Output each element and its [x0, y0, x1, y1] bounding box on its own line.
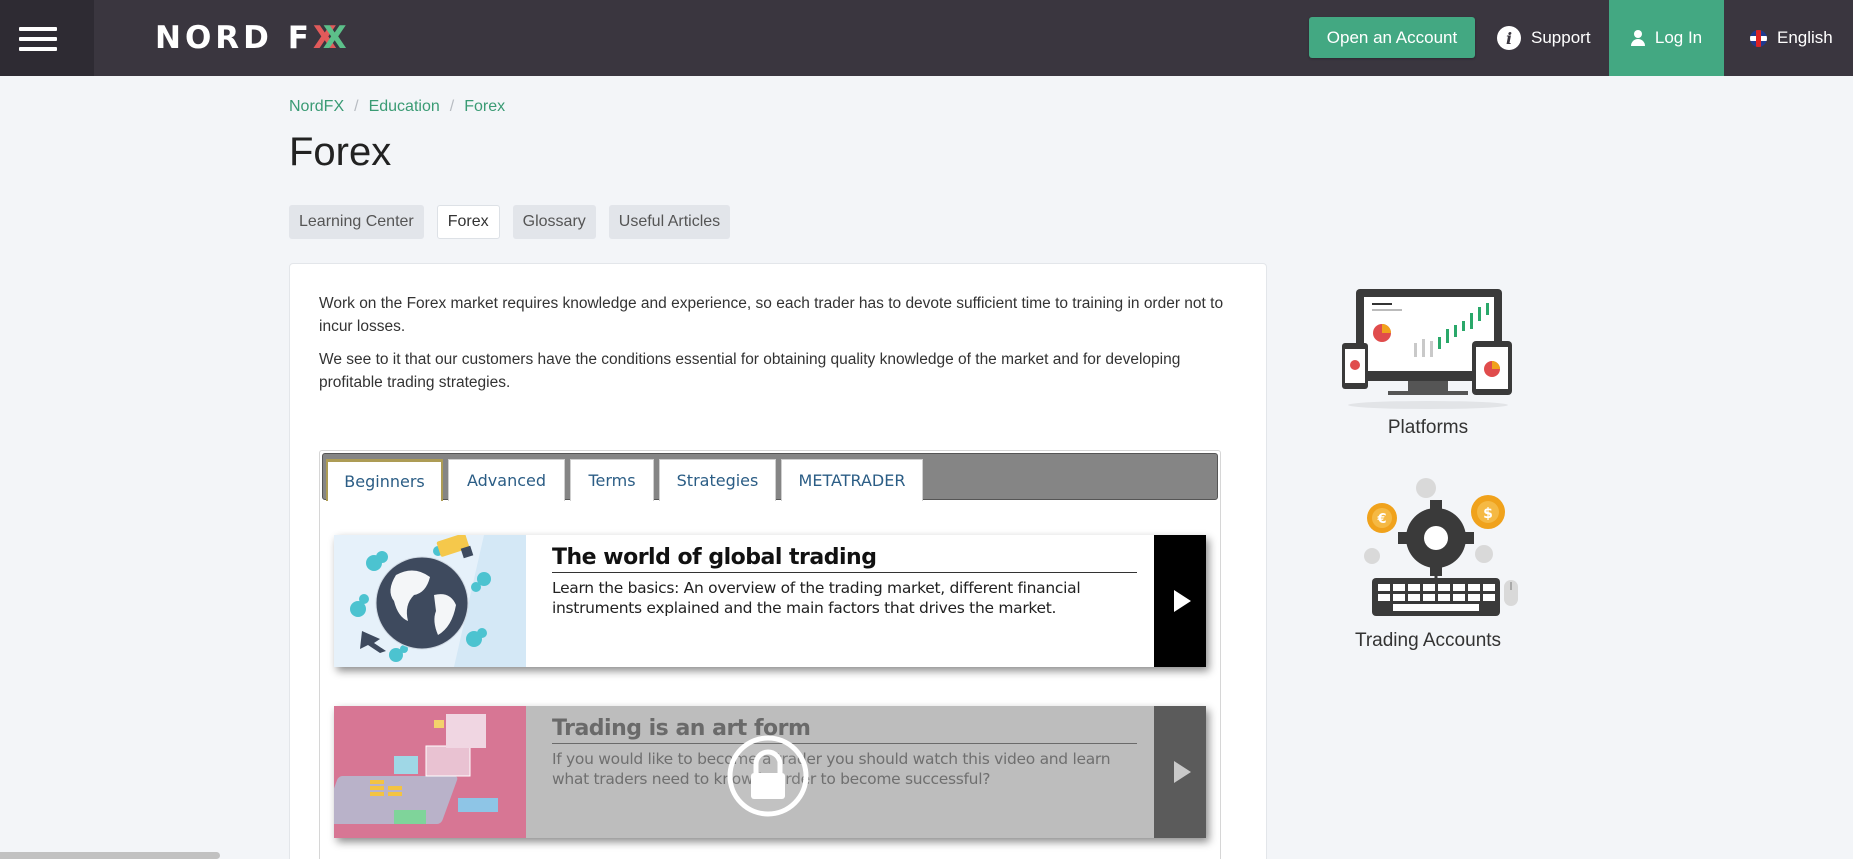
tab-glossary[interactable]: Glossary — [512, 205, 596, 239]
play-icon — [1173, 761, 1191, 783]
trading-accounts-label: Trading Accounts — [1354, 630, 1502, 651]
menu-icon-bar — [19, 47, 57, 51]
course-tab-strategies[interactable]: Strategies — [659, 459, 776, 501]
play-button[interactable] — [1154, 706, 1206, 838]
trading-accounts-link[interactable]: € $ Trading Accounts — [1323, 474, 1533, 652]
course-widget: Beginners Advanced Terms Strategies META… — [319, 450, 1221, 859]
menu-icon-bar — [19, 37, 57, 41]
language-label: English — [1777, 28, 1833, 47]
section-tabs: Learning Center Forex Glossary Useful Ar… — [289, 205, 743, 239]
tab-forex[interactable]: Forex — [436, 205, 500, 239]
lesson-description: If you would like to become a trader you… — [552, 750, 1111, 788]
breadcrumb-separator: / — [449, 98, 455, 115]
intro-text: Work on the Forex market requires knowle… — [319, 292, 1244, 404]
login-label: Log In — [1654, 28, 1703, 47]
support-link[interactable]: i Support — [1497, 22, 1591, 54]
tab-learning-center[interactable]: Learning Center — [289, 205, 424, 239]
breadcrumb-forex[interactable]: Forex — [464, 98, 505, 116]
svg-text:$: $ — [1483, 506, 1493, 522]
uk-flag-icon — [1750, 29, 1767, 47]
lock-icon — [726, 734, 810, 818]
course-tab-terms[interactable]: Terms — [570, 459, 654, 501]
lesson-title: Trading is an art form — [552, 716, 1137, 744]
menu-icon-bar — [19, 27, 57, 31]
open-account-button[interactable]: Open an Account — [1309, 17, 1475, 58]
logo-text: NORD F — [155, 20, 313, 56]
horizontal-scrollbar[interactable] — [0, 852, 220, 859]
trading-accounts-illustration: € $ — [1364, 478, 1518, 616]
play-button[interactable] — [1154, 535, 1206, 667]
language-selector[interactable]: English — [1750, 22, 1833, 54]
user-icon — [1630, 30, 1645, 46]
login-button[interactable]: Log In — [1609, 0, 1724, 76]
platforms-label: Platforms — [1387, 417, 1469, 438]
page-title: Forex — [289, 130, 392, 174]
nordfx-logo[interactable]: NORD F X X — [155, 20, 351, 56]
tab-useful-articles[interactable]: Useful Articles — [608, 205, 731, 239]
intro-paragraph-2: We see to it that our customers have the… — [319, 351, 1181, 391]
platforms-illustration — [1342, 289, 1512, 409]
play-icon — [1173, 590, 1191, 612]
lesson-card[interactable]: The world of global trading Learn the ba… — [334, 535, 1206, 667]
lesson-thumbnail-globe — [334, 535, 526, 667]
breadcrumb: NordFX / Education / Forex — [289, 98, 505, 116]
info-icon: i — [1497, 26, 1521, 50]
course-tab-advanced[interactable]: Advanced — [448, 459, 565, 501]
lesson-card-locked[interactable]: Trading is an art form If you would like… — [334, 706, 1206, 838]
top-navbar: NORD F X X Open an Account i Support Log… — [0, 0, 1853, 76]
content-card: Work on the Forex market requires knowle… — [289, 263, 1267, 859]
platforms-link[interactable]: Platforms — [1323, 285, 1533, 439]
logo-x-green: X — [322, 20, 351, 56]
lesson-description: Learn the basics: An overview of the tra… — [552, 579, 1081, 617]
course-tab-beginners[interactable]: Beginners — [326, 459, 443, 501]
breadcrumb-education[interactable]: Education — [369, 98, 440, 116]
menu-button[interactable] — [0, 0, 94, 76]
svg-text:€: € — [1376, 512, 1386, 527]
course-tabs: Beginners Advanced Terms Strategies META… — [322, 453, 1218, 501]
intro-paragraph-1: Work on the Forex market requires knowle… — [319, 295, 1224, 335]
course-tab-metatrader[interactable]: METATRADER — [781, 459, 923, 501]
breadcrumb-nordfx[interactable]: NordFX — [289, 98, 344, 116]
lesson-title: The world of global trading — [552, 545, 1137, 573]
support-label: Support — [1531, 28, 1591, 47]
breadcrumb-separator: / — [354, 98, 359, 115]
lesson-thumbnail-trading — [334, 706, 526, 838]
